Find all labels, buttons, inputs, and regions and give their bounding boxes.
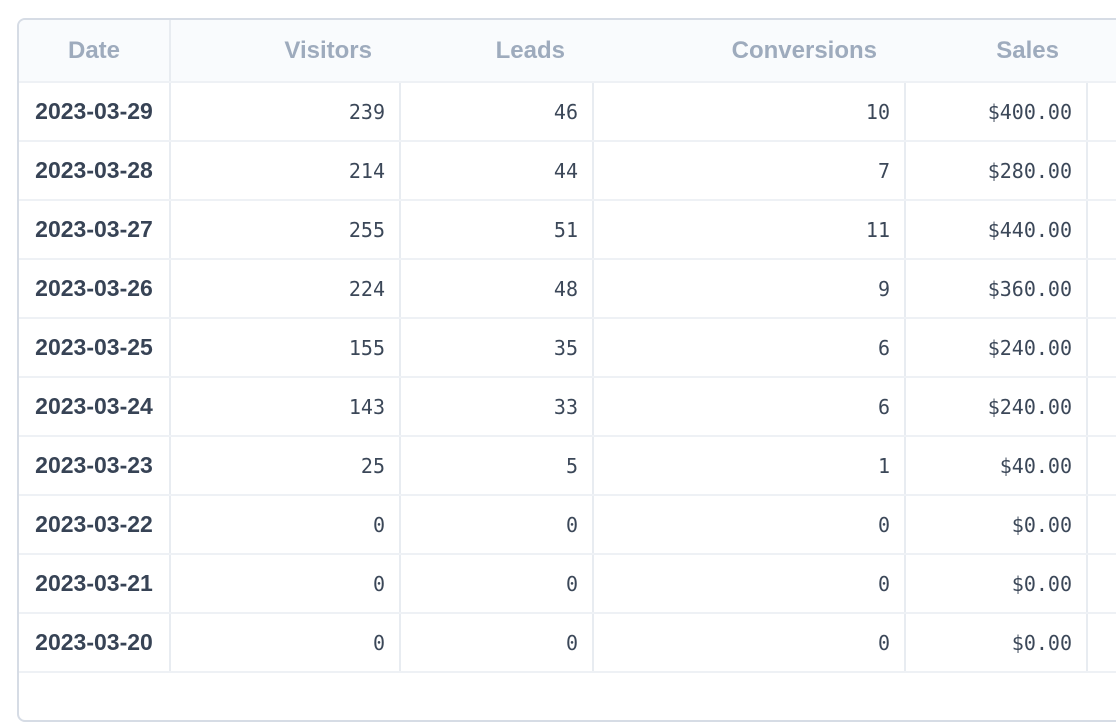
- column-header-sales[interactable]: Sales: [905, 20, 1087, 83]
- cell-sales: $240.00: [905, 318, 1088, 378]
- table-row[interactable]: 2023-03-27 255 51 11 $440.00: [19, 200, 1116, 260]
- table-row[interactable]: 2023-03-20 0 0 0 $0.00: [19, 613, 1116, 673]
- cell-leads: 51: [400, 200, 594, 260]
- cell-conversions: 11: [593, 200, 906, 260]
- cell-sales: $360.00: [905, 259, 1088, 319]
- table-row[interactable]: 2023-03-22 0 0 0 $0.00: [19, 495, 1116, 555]
- cell-visitors: 155: [170, 318, 401, 378]
- cell-extra: [1087, 259, 1116, 319]
- cell-sales: $0.00: [905, 554, 1088, 614]
- cell-date: 2023-03-20: [19, 613, 171, 673]
- cell-conversions: 7: [593, 141, 906, 201]
- column-header-leads[interactable]: Leads: [400, 20, 593, 83]
- cell-date: 2023-03-27: [19, 200, 171, 260]
- cell-extra: [1087, 554, 1116, 614]
- cell-date: 2023-03-26: [19, 259, 171, 319]
- cell-extra: [1087, 141, 1116, 201]
- cell-conversions: 10: [593, 82, 906, 142]
- cell-conversions: 0: [593, 554, 906, 614]
- cell-leads: 48: [400, 259, 594, 319]
- cell-date: 2023-03-29: [19, 82, 171, 142]
- cell-sales: $440.00: [905, 200, 1088, 260]
- table-row[interactable]: 2023-03-24 143 33 6 $240.00: [19, 377, 1116, 437]
- header-row: Date Visitors Leads Conversions Sales: [19, 20, 1116, 83]
- cell-sales: $40.00: [905, 436, 1088, 496]
- cell-date: 2023-03-22: [19, 495, 171, 555]
- table-row[interactable]: 2023-03-21 0 0 0 $0.00: [19, 554, 1116, 614]
- cell-sales: $280.00: [905, 141, 1088, 201]
- table-row[interactable]: 2023-03-28 214 44 7 $280.00: [19, 141, 1116, 201]
- cell-extra: [1087, 377, 1116, 437]
- cell-extra: [1087, 613, 1116, 673]
- cell-visitors: 224: [170, 259, 401, 319]
- cell-extra: [1087, 495, 1116, 555]
- cell-date: 2023-03-25: [19, 318, 171, 378]
- data-table-container: Date Visitors Leads Conversions Sales 20…: [17, 18, 1116, 722]
- cell-visitors: 0: [170, 554, 401, 614]
- cell-leads: 33: [400, 377, 594, 437]
- cell-sales: $400.00: [905, 82, 1088, 142]
- table-row[interactable]: 2023-03-25 155 35 6 $240.00: [19, 318, 1116, 378]
- cell-sales: $0.00: [905, 613, 1088, 673]
- cell-conversions: 1: [593, 436, 906, 496]
- cell-leads: 35: [400, 318, 594, 378]
- table-body: 2023-03-29 239 46 10 $400.00 2023-03-28 214 44 7…: [19, 82, 1116, 673]
- stats-table: Date Visitors Leads Conversions Sales 20…: [19, 20, 1116, 673]
- cell-visitors: 255: [170, 200, 401, 260]
- cell-leads: 0: [400, 554, 594, 614]
- cell-conversions: 6: [593, 377, 906, 437]
- cell-extra: [1087, 82, 1116, 142]
- cell-conversions: 6: [593, 318, 906, 378]
- table-row[interactable]: 2023-03-26 224 48 9 $360.00: [19, 259, 1116, 319]
- cell-date: 2023-03-24: [19, 377, 171, 437]
- table-row[interactable]: 2023-03-29 239 46 10 $400.00: [19, 82, 1116, 142]
- column-header-extra: [1087, 20, 1116, 83]
- cell-visitors: 214: [170, 141, 401, 201]
- column-header-visitors[interactable]: Visitors: [170, 20, 400, 83]
- cell-extra: [1087, 318, 1116, 378]
- cell-leads: 46: [400, 82, 594, 142]
- cell-date: 2023-03-21: [19, 554, 171, 614]
- cell-sales: $0.00: [905, 495, 1088, 555]
- cell-extra: [1087, 200, 1116, 260]
- cell-conversions: 0: [593, 495, 906, 555]
- table-row[interactable]: 2023-03-23 25 5 1 $40.00: [19, 436, 1116, 496]
- cell-sales: $240.00: [905, 377, 1088, 437]
- column-header-conversions[interactable]: Conversions: [593, 20, 905, 83]
- cell-visitors: 239: [170, 82, 401, 142]
- cell-extra: [1087, 436, 1116, 496]
- cell-visitors: 0: [170, 495, 401, 555]
- cell-leads: 0: [400, 613, 594, 673]
- cell-date: 2023-03-28: [19, 141, 171, 201]
- cell-leads: 5: [400, 436, 594, 496]
- cell-date: 2023-03-23: [19, 436, 171, 496]
- cell-visitors: 143: [170, 377, 401, 437]
- column-header-date[interactable]: Date: [19, 20, 171, 83]
- cell-conversions: 9: [593, 259, 906, 319]
- cell-visitors: 25: [170, 436, 401, 496]
- cell-leads: 44: [400, 141, 594, 201]
- cell-leads: 0: [400, 495, 594, 555]
- table-header: Date Visitors Leads Conversions Sales: [19, 20, 1116, 83]
- cell-conversions: 0: [593, 613, 906, 673]
- cell-visitors: 0: [170, 613, 401, 673]
